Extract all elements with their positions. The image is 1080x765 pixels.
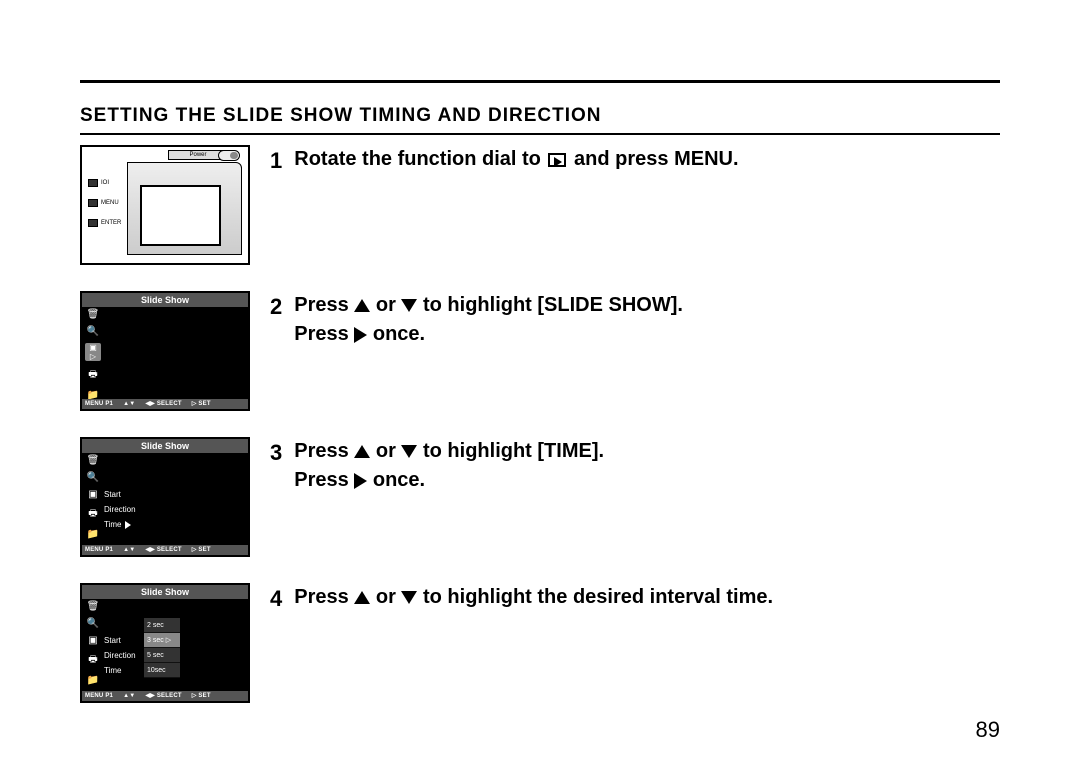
lcd-footer-text: ▷ SET [192,399,211,409]
lcd-sub-option: 3 sec▷ [144,633,180,648]
lcd-footer-text: ◀▶ SELECT [145,545,181,555]
lcd-option: Direction [104,502,136,517]
lcd-thumb: Slide Show 🗑 🔍 ▣ 🖶 📁 StartDirectionTime 2 se… [80,583,250,703]
section-title: SETTING THE SLIDE SHOW TIMING AND DIRECT… [80,105,1000,127]
lcd-sub-option: 2 sec [144,618,180,633]
lcd-menu-icon: 🗑 [85,601,101,612]
lcd-submenu: 2 sec3 sec▷5 sec10sec [144,618,180,678]
instruction: 3 Press or to highlight [TIME].Press onc… [270,437,1000,495]
enter-label: ENTER [101,220,121,226]
lcd-footer-text: ◀▶ SELECT [145,399,181,409]
step-row: Slide Show 🗑 🔍 ▣ 🖶 📁 StartDirectionTime MENU… [80,437,1000,577]
play-icon [548,153,566,167]
lcd-menu-icon: 🖶 [85,506,101,523]
lcd-menu-icon: 🖶 [85,652,101,669]
lcd-footer-text: MENU P1 [85,545,113,555]
lcd-menu-options: StartDirectionTime [104,487,136,532]
right-icon [354,473,367,489]
lcd-option: Start [104,487,136,502]
up-icon [354,445,370,458]
camera-button-icon [88,199,98,207]
section-rule [80,133,1000,135]
lcd-sub-option: 5 sec [144,648,180,663]
instruction: 4 Press or to highlight the desired inte… [270,583,1000,615]
lcd-footer-text: ▲▼ [123,691,135,701]
up-icon [354,591,370,604]
lcd-footer-text: ◀▶ SELECT [145,691,181,701]
lcd-menu-icon: 🔍 [85,618,101,629]
instruction: 1 Rotate the function dial to and press … [270,145,1000,177]
lcd-option: Start [104,633,136,648]
step-text: Rotate the function dial to and press ME… [294,145,1000,177]
step-number: 3 [270,437,282,495]
step-text: Press or to highlight [SLIDE SHOW].Press… [294,291,1000,349]
lcd-menu-icon: 📁 [85,675,101,686]
lcd-option: Direction [104,648,136,663]
step-row: Slide Show 🗑🔍▣ ▷🖶📁 MENU P1▲▼◀▶ SELECT▷ S… [80,291,1000,431]
lcd-menu-icon: 🖶 [85,367,101,384]
instruction: 2 Press or to highlight [SLIDE SHOW].Pre… [270,291,1000,349]
lcd-menu-options: StartDirectionTime [104,633,136,678]
lcd-icon-strip: 🗑 🔍 ▣ 🖶 📁 [85,601,101,686]
lcd-menu-icon: ▣ ▷ [85,343,101,361]
right-icon [354,327,367,343]
lcd-footer-text: MENU P1 [85,399,113,409]
lcd-menu-icon: 🗑 [85,455,101,466]
lcd-footer-text: ▷ SET [192,691,211,701]
camera-thumb: Power IOI MENU ENTER [80,145,250,265]
lcd-title: Slide Show [82,585,248,599]
lcd-icon-strip: 🗑🔍▣ ▷🖶📁 [85,309,101,401]
step-number: 2 [270,291,282,349]
page-number: 89 [976,717,1000,743]
lcd-option: Time [104,517,136,532]
lcd-menu-icon: 🗑 [85,309,101,320]
step-number: 4 [270,583,282,615]
lcd-footer: MENU P1 ▲▼ ◀▶ SELECT ▷ SET [82,399,248,409]
lcd-icon-strip: 🗑 🔍 ▣ 🖶 📁 [85,455,101,540]
up-icon [354,299,370,312]
lcd-title: Slide Show [82,293,248,307]
lcd-menu-icon: ▣ [85,635,101,646]
lcd-menu-icon: 🔍 [85,326,101,337]
lcd-footer-text: ▲▼ [123,545,135,555]
lcd-footer-text: MENU P1 [85,691,113,701]
right-icon: ▷ [166,637,171,644]
down-icon [401,299,417,312]
lcd-menu-icon: ▣ [85,489,101,500]
lcd-footer: MENU P1 ▲▼ ◀▶ SELECT ▷ SET [82,545,248,555]
down-icon [401,445,417,458]
step-number: 1 [270,145,282,177]
content: Power IOI MENU ENTER 1 Rotate the functi… [80,145,1000,723]
power-slider-icon [218,150,240,161]
lcd-thumb: Slide Show 🗑🔍▣ ▷🖶📁 MENU P1▲▼◀▶ SELECT▷ S… [80,291,250,411]
lcd-menu-icon: 🔍 [85,472,101,483]
step-row: Slide Show 🗑 🔍 ▣ 🖶 📁 StartDirectionTime 2 se… [80,583,1000,723]
right-icon [125,521,131,529]
camera-button-icon [88,179,98,187]
power-label: Power [189,152,206,158]
down-icon [401,591,417,604]
lcd-title: Slide Show [82,439,248,453]
step-text: Press or to highlight [TIME].Press once. [294,437,1000,495]
manual-page: SETTING THE SLIDE SHOW TIMING AND DIRECT… [80,80,1000,725]
step-row: Power IOI MENU ENTER 1 Rotate the functi… [80,145,1000,285]
ioi-label: IOI [101,180,109,186]
lcd-thumb: Slide Show 🗑 🔍 ▣ 🖶 📁 StartDirectionTime MENU… [80,437,250,557]
lcd-option: Time [104,663,136,678]
camera-body-icon [127,162,242,255]
lcd-footer-text: ▲▼ [123,399,135,409]
lcd-sub-option: 10sec [144,663,180,678]
lcd-footer: MENU P1 ▲▼ ◀▶ SELECT ▷ SET [82,691,248,701]
camera-screen-icon [140,185,221,246]
step-text: Press or to highlight the desired interv… [294,583,1000,615]
camera-button-icon [88,219,98,227]
lcd-menu-icon: 📁 [85,529,101,540]
menu-label: MENU [101,200,119,206]
lcd-footer-text: ▷ SET [192,545,211,555]
